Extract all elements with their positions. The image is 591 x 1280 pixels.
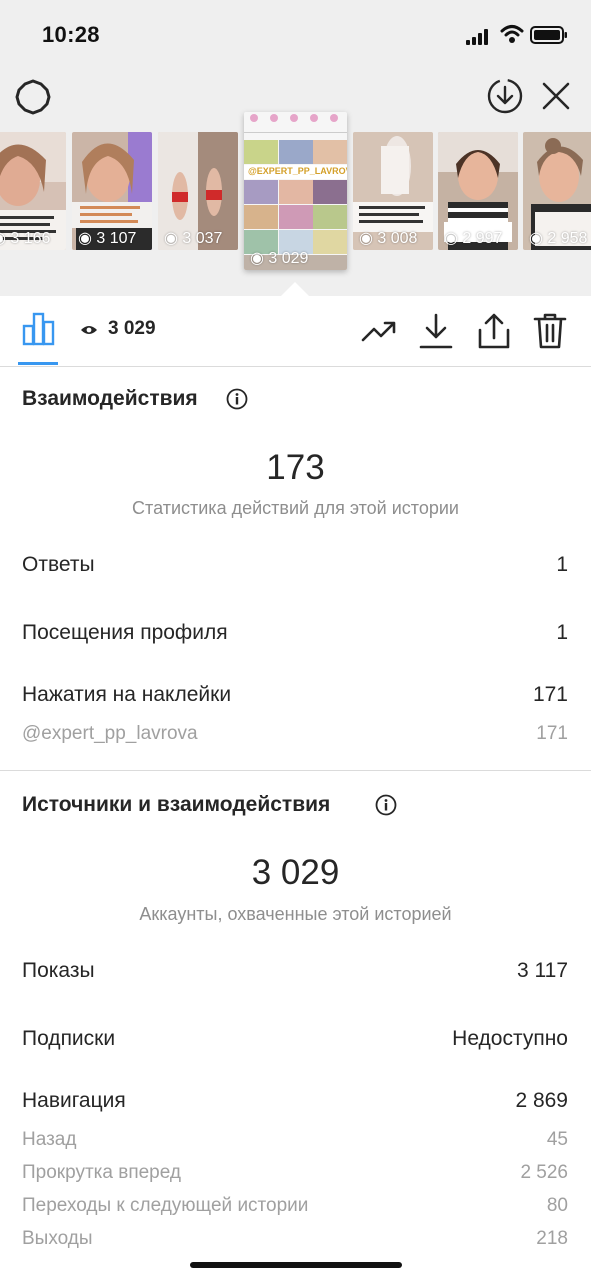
thumbnail-views: ◉ 3 029 <box>250 250 309 267</box>
thumbnail-views: ◉ 2 958 <box>529 230 588 247</box>
stat-label: Нажатия на наклейки <box>22 683 232 706</box>
thumbnail-views: ◉ 3 107 <box>78 230 137 247</box>
discovery-total: 3 029 <box>251 853 340 892</box>
stat-label: Переходы к следующей истории <box>22 1195 309 1216</box>
stat-value: 80 <box>546 1195 568 1216</box>
story-thumbnail[interactable]: ◉ 2 997 <box>438 132 518 250</box>
thumbnail-views: ◉ 3 037 <box>164 230 223 247</box>
share-icon[interactable] <box>476 312 512 350</box>
thumbnail-views: ◉ 2 997 <box>444 230 503 247</box>
thumbnail-views: ◉ 3 008 <box>359 230 418 247</box>
interactions-title: Взаимодействия <box>22 387 198 410</box>
delete-trash-icon[interactable] <box>532 312 568 350</box>
stat-label: Назад <box>22 1129 77 1150</box>
stat-value: 2 869 <box>515 1089 568 1112</box>
bar-chart-icon[interactable] <box>22 312 56 346</box>
info-icon[interactable] <box>375 794 397 816</box>
viewers-count[interactable]: 3 029 <box>108 318 156 340</box>
stat-label: Прокрутка вперед <box>22 1162 181 1183</box>
thumbnail-banner: @EXPERT_PP_LAVROVA <box>248 166 347 176</box>
story-header: 10:28 ◉ 3 166 <box>0 0 591 296</box>
home-indicator[interactable] <box>190 1262 402 1268</box>
stat-label: Навигация <box>22 1089 126 1112</box>
story-thumbnail[interactable]: ◉ 3 107 <box>72 132 152 250</box>
story-thumbnail[interactable]: ◉ 3 037 <box>158 132 238 250</box>
story-thumbnail[interactable]: ◉ 3 166 <box>0 132 66 250</box>
stat-value: 171 <box>536 723 568 744</box>
stat-value: 218 <box>536 1228 568 1249</box>
insights-toolbar: 3 029 <box>0 296 591 367</box>
stat-value: 3 117 <box>517 959 568 982</box>
stat-label: Ответы <box>22 553 95 576</box>
story-thumbnail-selected[interactable]: @EXPERT_PP_LAVROVA ◉ 3 029 <box>244 112 347 270</box>
selected-story-pointer <box>281 282 309 296</box>
discovery-title: Источники и взаимодействия <box>22 793 331 816</box>
status-bar: 10:28 <box>0 0 591 70</box>
stat-label: Посещения профиля <box>22 621 228 644</box>
stat-value: 45 <box>546 1129 568 1150</box>
cellular-signal-icon <box>466 29 488 45</box>
download-icon[interactable] <box>418 312 454 350</box>
stat-label: Подписки <box>22 1027 116 1050</box>
battery-icon <box>530 26 567 44</box>
stat-label: @expert_pp_lavrova <box>22 723 198 744</box>
stat-label: Показы <box>22 959 95 982</box>
status-time: 10:28 <box>42 22 100 47</box>
story-thumbnails: ◉ 3 166 ◉ 3 107 ◉ 3 037 @EXPERT_PP_LAVRO… <box>0 110 591 296</box>
info-icon[interactable] <box>226 388 248 410</box>
stat-value: 1 <box>556 553 568 576</box>
stat-value: 171 <box>532 683 568 706</box>
stat-value: 2 526 <box>520 1162 568 1183</box>
eye-icon <box>81 326 97 334</box>
thumbnail-views: ◉ 3 166 <box>0 230 51 247</box>
interactions-total: 173 <box>266 448 325 487</box>
section-divider <box>0 770 591 771</box>
interactions-subtitle: Статистика действий для этой истории <box>132 498 459 518</box>
promote-trend-icon[interactable] <box>360 312 398 350</box>
stat-label: Выходы <box>22 1228 93 1249</box>
stat-value: Недоступно <box>452 1027 568 1050</box>
wifi-icon <box>500 25 524 43</box>
close-icon[interactable] <box>540 80 572 112</box>
stat-value: 1 <box>556 621 568 644</box>
story-thumbnail[interactable]: ◉ 2 958 <box>523 132 591 250</box>
story-thumbnail[interactable]: ◉ 3 008 <box>353 132 433 250</box>
discovery-subtitle: Аккаунты, охваченные этой историей <box>139 904 452 924</box>
active-tab-indicator <box>18 362 58 365</box>
